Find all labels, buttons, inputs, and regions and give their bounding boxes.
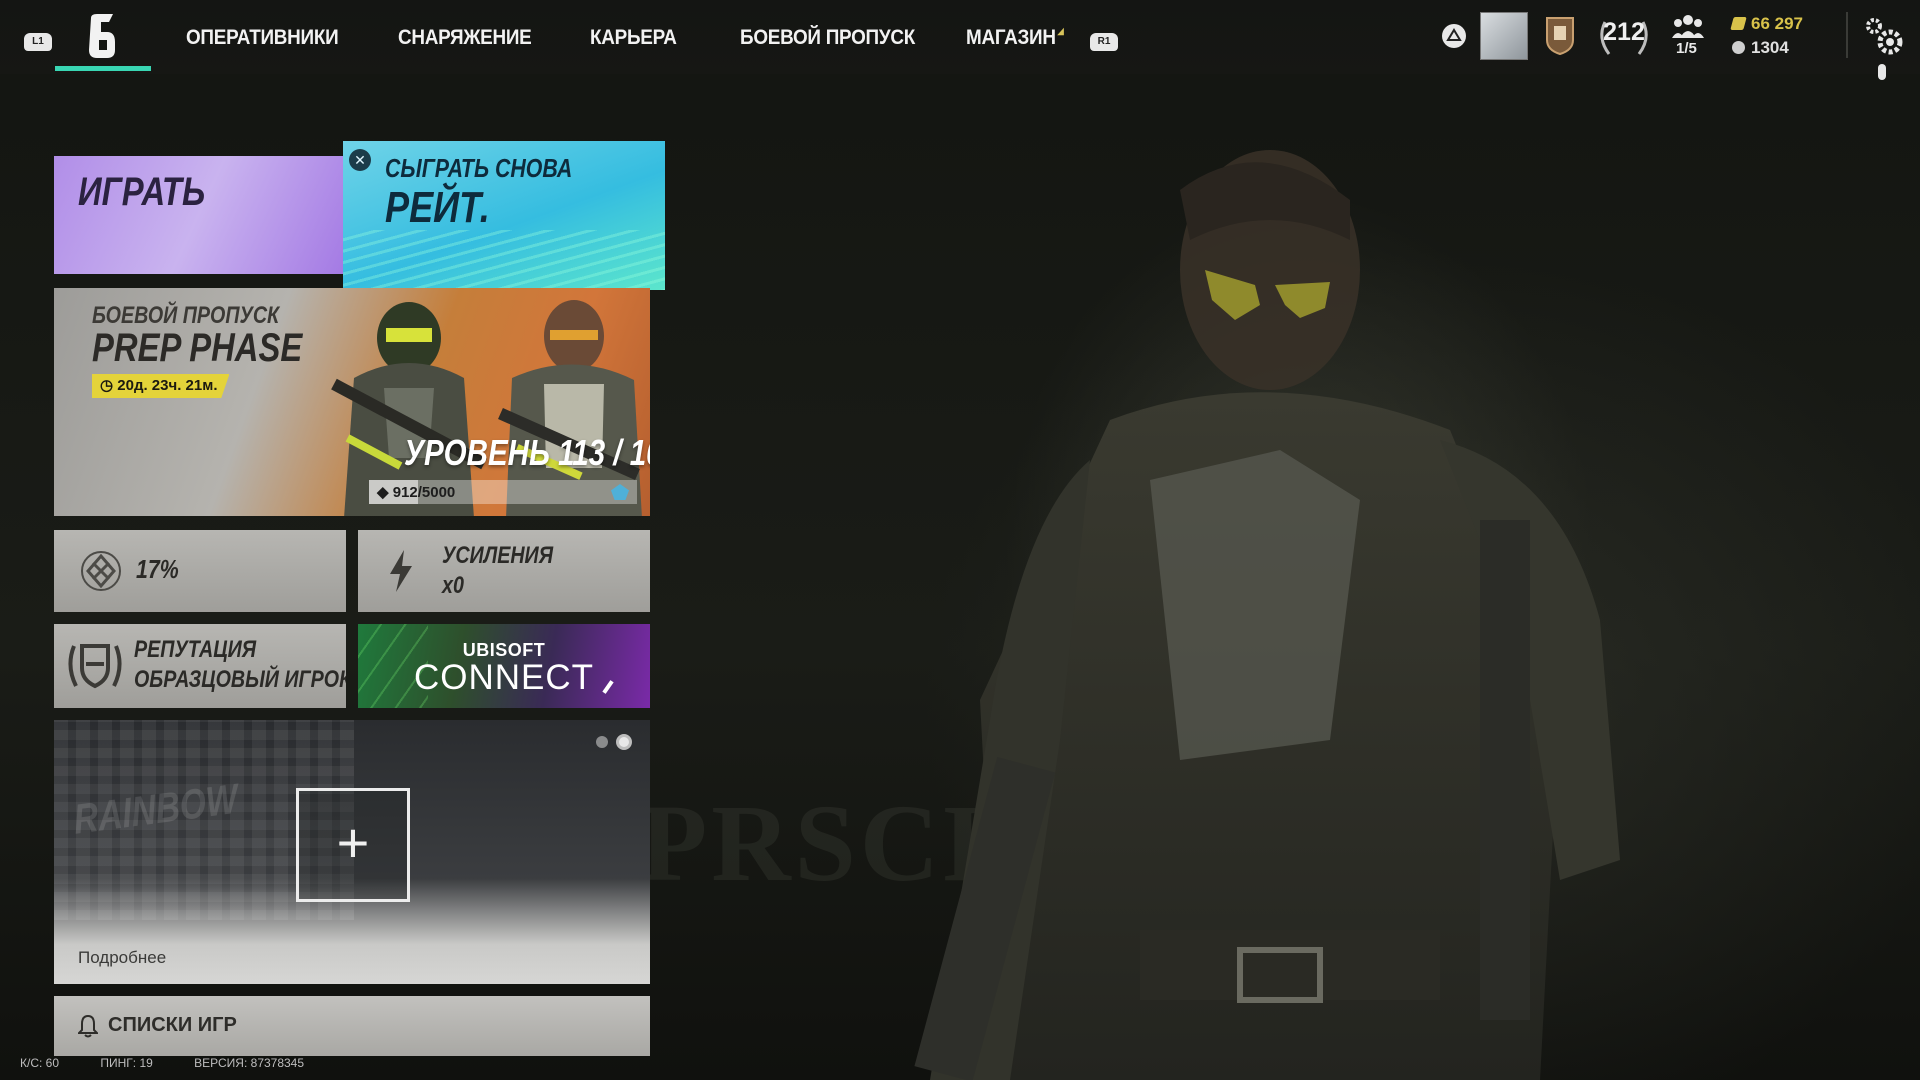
fps-readout: К/С: 60 (20, 1056, 60, 1070)
boosts-title: УСИЛЕНИЯ (442, 542, 554, 569)
ubisoft-connect-tile[interactable]: UBISOFT CONNECT (358, 624, 650, 708)
plus-icon: + (336, 811, 370, 874)
add-button[interactable]: + (296, 788, 410, 902)
tab-operators[interactable]: ОПЕРАТИВНИКИ (186, 26, 339, 50)
player-avatar[interactable] (1480, 12, 1528, 60)
challenges-progress-value: 17% (136, 554, 179, 584)
credits-icon (1732, 41, 1745, 54)
rainbow-six-logo-icon (89, 14, 115, 58)
featured-content-card[interactable]: RAINBOW + Подробнее (54, 720, 650, 984)
voice-chat-icon (1878, 64, 1886, 80)
tab-career[interactable]: КАРЬЕРА (590, 26, 677, 50)
rank-shield-icon[interactable] (1545, 14, 1575, 56)
tab-shop[interactable]: МАГАЗИН ◢ (966, 26, 1064, 50)
header-divider (1846, 12, 1848, 58)
replay-mode: РЕЙТ. (385, 183, 490, 232)
play-label: ИГРАТЬ (78, 170, 206, 214)
close-icon[interactable]: ✕ (349, 149, 371, 171)
battle-pass-title: PREP PHASE (92, 326, 303, 370)
gear-icon[interactable] (1862, 14, 1906, 58)
more-info-link[interactable]: Подробнее (78, 948, 166, 968)
lightning-icon (390, 550, 412, 592)
play-button[interactable]: ИГРАТЬ (54, 156, 344, 274)
battle-pass-tier-icon (611, 484, 629, 500)
reputation-status: ОБРАЗЦОВЫЙ ИГРОК (134, 666, 346, 693)
r1-bumper-hint: R1 (1090, 33, 1118, 51)
battle-pass-xp: ◆ 912/5000 (377, 483, 455, 501)
bell-icon (78, 1014, 98, 1038)
l1-bumper-hint: L1 (24, 33, 52, 51)
squad-count: 1/5 (1676, 40, 1697, 57)
ping-readout: ПИНГ: 19 (100, 1056, 153, 1070)
tab-loadout[interactable]: СНАРЯЖЕНИЕ (398, 26, 532, 50)
top-navigation-bar: L1 ОПЕРАТИВНИКИ СНАРЯЖЕНИЕ КАРЬЕРА БОЕВО… (0, 0, 1920, 80)
xp-diamond-icon: ◆ (377, 484, 393, 501)
new-badge-icon: ◢ (1057, 26, 1064, 36)
renown-value: 66 297 (1751, 14, 1803, 33)
credits-balance[interactable]: 1304 (1732, 38, 1789, 58)
boosts-tile[interactable]: УСИЛЕНИЯ x0 (358, 530, 650, 612)
tab-shop-label: МАГАЗИН (966, 26, 1056, 49)
tab-battle-pass[interactable]: БОЕВОЙ ПРОПУСК (740, 26, 915, 50)
challenges-progress-tile[interactable]: 17% (54, 530, 346, 612)
playlists-label: СПИСКИ ИГР (108, 1014, 237, 1036)
renown-icon (1730, 17, 1747, 30)
replay-decoration (343, 230, 665, 290)
clock-icon: ◷ (100, 377, 118, 394)
battle-pass-xp-value: 912/5000 (392, 484, 456, 501)
replay-subtitle: СЫГРАТЬ СНОВА (385, 153, 573, 183)
playlists-button[interactable]: СПИСКИ ИГР (54, 996, 650, 1056)
boosts-count: x0 (442, 572, 464, 599)
clearance-level[interactable]: 212 (1598, 18, 1650, 47)
active-tab-indicator (55, 66, 151, 71)
battle-pass-level: УРОВЕНЬ 113 / 100 (404, 432, 650, 473)
logo-home[interactable] (70, 8, 134, 64)
reputation-tile[interactable]: РЕПУТАЦИЯ ОБРАЗЦОВЫЙ ИГРОК (54, 624, 346, 708)
credits-value: 1304 (1751, 38, 1789, 57)
reputation-emblem-icon (68, 644, 122, 689)
debug-footer: К/С: 60 ПИНГ: 19 ВЕРСИЯ: 87378345 (20, 1056, 342, 1070)
replay-ranked-button[interactable]: ✕ СЫГРАТЬ СНОВА РЕЙТ. (343, 141, 665, 290)
challenge-emblem-icon (81, 551, 121, 591)
battle-pass-xp-bar: ◆ 912/5000 (369, 480, 637, 504)
battle-pass-timer: ◷ 20д. 23ч. 21м. (92, 374, 230, 398)
battle-pass-card[interactable]: БОЕВОЙ ПРОПУСК PREP PHASE ◷ 20д. 23ч. 21… (54, 288, 650, 516)
triangle-button-icon[interactable] (1442, 24, 1466, 48)
reputation-title: РЕПУТАЦИЯ (134, 636, 257, 663)
carousel-dot[interactable] (596, 736, 608, 748)
carousel-dot-active[interactable] (616, 734, 632, 750)
squad-icon[interactable] (1672, 14, 1704, 38)
version-readout: ВЕРСИЯ: 87378345 (194, 1056, 305, 1070)
renown-balance[interactable]: 66 297 (1730, 14, 1803, 34)
battle-pass-timer-value: 20д. 23ч. 21м. (117, 377, 218, 394)
